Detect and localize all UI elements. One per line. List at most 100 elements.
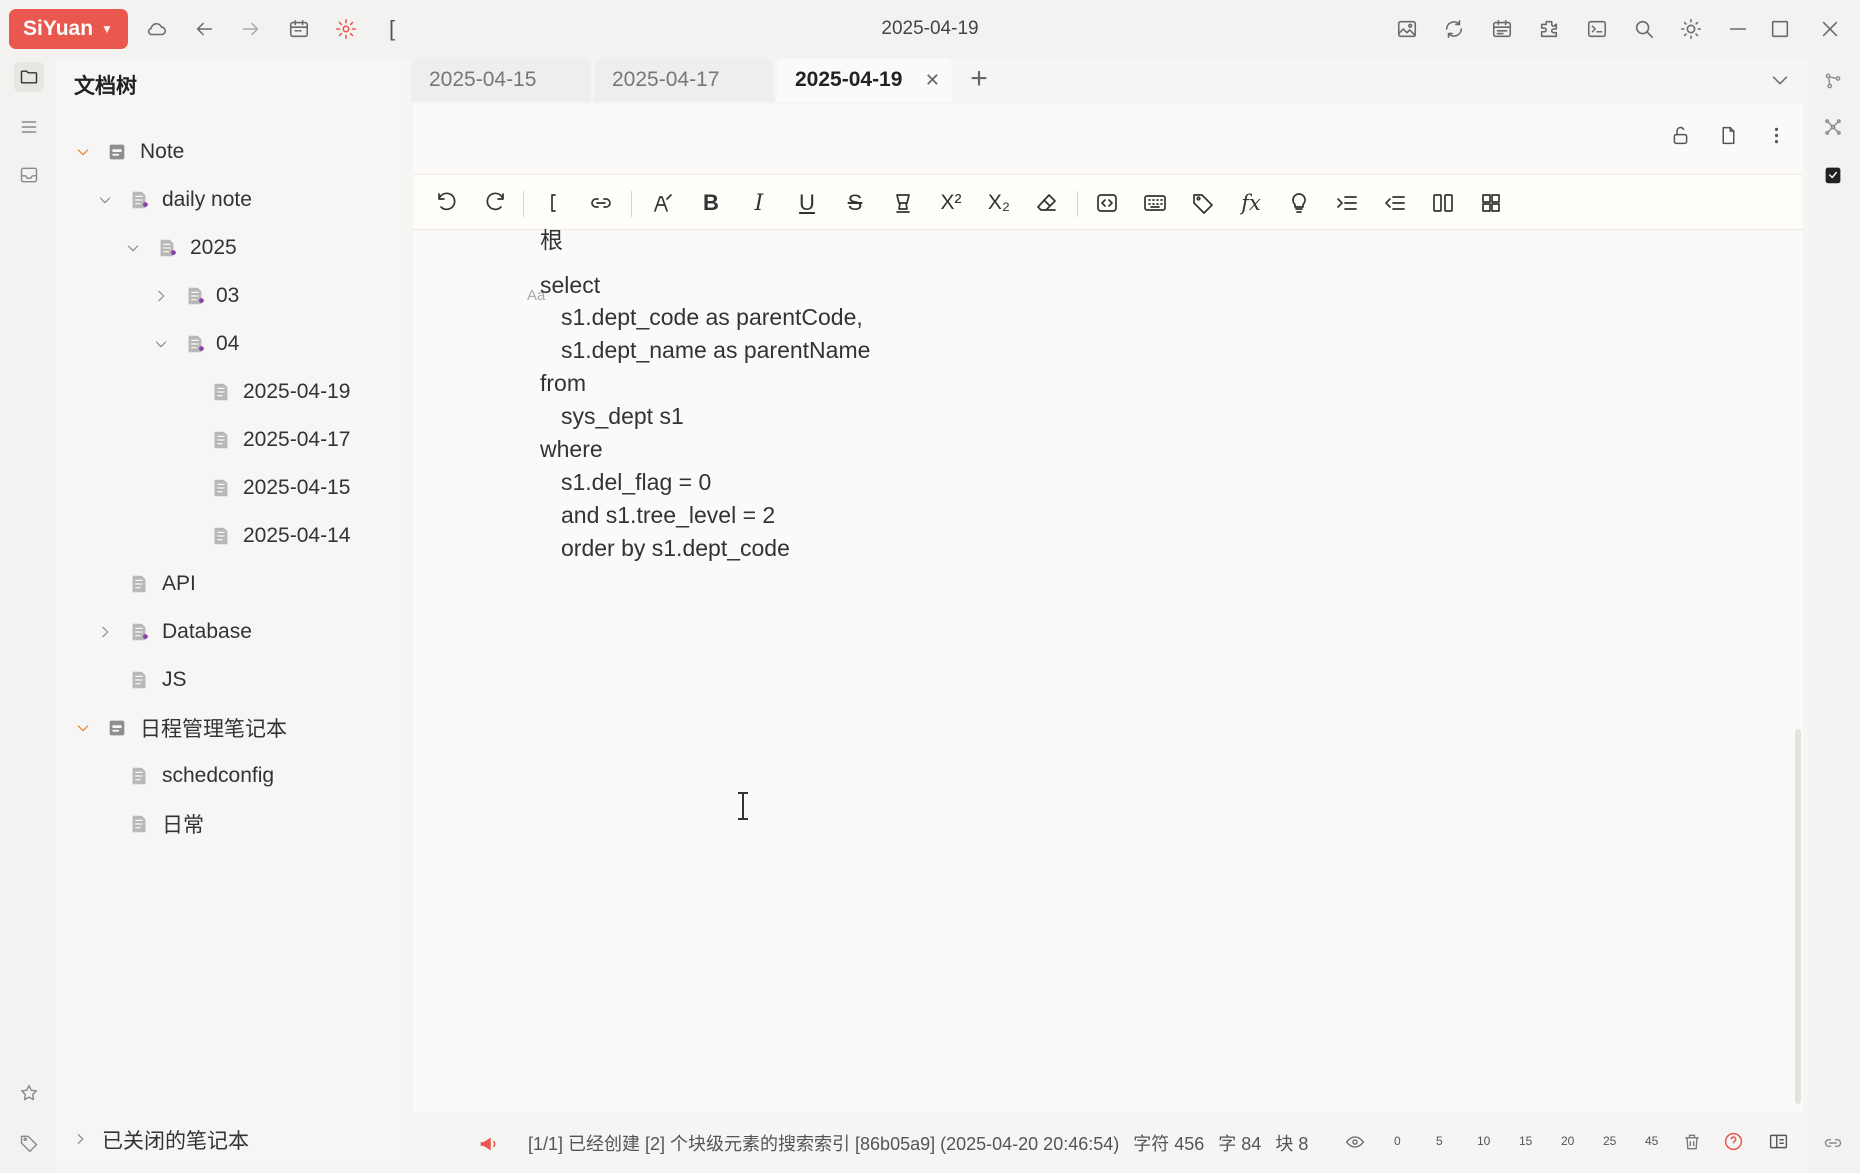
calendar-icon[interactable] — [284, 14, 314, 44]
search-icon[interactable] — [1629, 14, 1659, 44]
undo-icon[interactable] — [431, 187, 463, 219]
chevron-down-icon[interactable] — [150, 333, 172, 355]
tree-item-03[interactable]: 03 — [56, 274, 405, 318]
code-line[interactable]: where — [540, 436, 603, 463]
chevron-right-icon[interactable] — [94, 621, 116, 643]
tag-format-icon[interactable] — [1187, 187, 1219, 219]
bold-icon[interactable]: B — [695, 187, 727, 219]
cloud-icon[interactable] — [142, 14, 172, 44]
tree-item-2025-04-14[interactable]: 2025-04-14 — [56, 514, 405, 558]
code-line[interactable]: s1.dept_code as parentCode, — [561, 304, 863, 331]
tree-item-2025[interactable]: 2025 — [56, 226, 405, 270]
ref-bracket-icon[interactable] — [537, 187, 569, 219]
bracket-icon[interactable]: [ — [377, 14, 407, 44]
maximize-icon[interactable] — [1765, 14, 1795, 44]
bookmark-star-icon[interactable] — [14, 1078, 44, 1108]
zoom-mark[interactable]: 15 — [1519, 1134, 1532, 1148]
tree-item-api[interactable]: API — [56, 562, 405, 606]
zoom-mark[interactable]: 0 — [1394, 1134, 1401, 1148]
sync-icon[interactable] — [1439, 14, 1469, 44]
back-icon[interactable] — [189, 14, 219, 44]
italic-icon[interactable]: I — [743, 187, 775, 219]
tree-item-daily-note[interactable]: daily note — [56, 178, 405, 222]
tab-2025-04-19[interactable]: 2025-04-19 ✕ — [777, 58, 952, 102]
eraser-icon[interactable] — [1031, 187, 1063, 219]
inbox-icon[interactable] — [14, 160, 44, 190]
forward-icon[interactable] — [236, 14, 266, 44]
backlink-icon[interactable] — [1818, 160, 1848, 190]
code-line[interactable]: 根 — [540, 221, 563, 255]
chevron-right-icon[interactable] — [72, 1129, 94, 1151]
tree-item-database[interactable]: Database — [56, 610, 405, 654]
code-line[interactable]: s1.dept_name as parentName — [561, 337, 870, 364]
zoom-mark[interactable]: 20 — [1561, 1134, 1574, 1148]
new-tab-button[interactable]: + — [961, 62, 997, 98]
memo-icon[interactable] — [1283, 187, 1315, 219]
tree-item-2025-04-15[interactable]: 2025-04-15 — [56, 466, 405, 510]
editor-scrollbar[interactable] — [1795, 729, 1801, 1104]
highlight-icon[interactable] — [887, 187, 919, 219]
outline-icon[interactable] — [14, 112, 44, 142]
settings-icon[interactable] — [331, 14, 361, 44]
chevron-down-icon[interactable] — [122, 237, 144, 259]
zoom-mark[interactable]: 5 — [1436, 1134, 1443, 1148]
minimize-icon[interactable] — [1723, 14, 1753, 44]
theme-icon[interactable] — [1676, 14, 1706, 44]
zoom-mark[interactable]: 25 — [1603, 1134, 1616, 1148]
tree-item-2025-04-19[interactable]: 2025-04-19 — [56, 370, 405, 414]
trash-icon[interactable] — [1682, 1132, 1704, 1154]
text-color-icon[interactable] — [647, 187, 679, 219]
split-view-icon[interactable] — [1427, 187, 1459, 219]
tab-close-icon[interactable]: ✕ — [925, 70, 940, 91]
tree-item-schedconfig[interactable]: schedconfig — [56, 754, 405, 798]
code-line[interactable]: from — [540, 370, 586, 397]
tree-item-日程管理笔记本[interactable]: 日程管理笔记本 — [56, 706, 405, 750]
global-graph-icon[interactable] — [1818, 112, 1848, 142]
keyboard-icon[interactable] — [1139, 187, 1171, 219]
tab-2025-04-15[interactable]: 2025-04-15 — [411, 58, 591, 102]
tree-item-04[interactable]: 04 — [56, 322, 405, 366]
file-tree-icon[interactable] — [14, 62, 44, 92]
chevron-down-icon[interactable] — [72, 141, 94, 163]
announcement-icon[interactable] — [477, 1133, 499, 1155]
graph-branch-icon[interactable] — [1818, 66, 1848, 96]
tab-2025-04-17[interactable]: 2025-04-17 — [594, 58, 774, 102]
tag-icon[interactable] — [14, 1128, 44, 1158]
lock-icon[interactable] — [1665, 120, 1695, 150]
redo-icon[interactable] — [479, 187, 511, 219]
zoom-mark[interactable]: 45 — [1645, 1134, 1658, 1148]
help-icon[interactable] — [1723, 1131, 1745, 1153]
tree-item-js[interactable]: JS — [56, 658, 405, 702]
superscript-icon[interactable]: X² — [935, 187, 967, 219]
tree-item-note[interactable]: Note — [56, 130, 405, 174]
close-icon[interactable] — [1815, 14, 1845, 44]
eye-icon[interactable] — [1345, 1132, 1367, 1154]
plugin-icon[interactable] — [1534, 14, 1564, 44]
tree-item-日常[interactable]: 日常 — [56, 802, 405, 846]
outdent-icon[interactable] — [1379, 187, 1411, 219]
code-line[interactable]: and s1.tree_level = 2 — [561, 502, 775, 529]
calendar-grid-icon[interactable] — [1487, 14, 1517, 44]
tab-list-chevron-icon[interactable] — [1765, 65, 1795, 95]
closed-notebooks-row[interactable]: 已关闭的笔记本 — [56, 1118, 405, 1162]
strikethrough-icon[interactable]: S — [839, 187, 871, 219]
chevron-right-icon[interactable] — [150, 285, 172, 307]
code-line[interactable]: order by s1.dept_code — [561, 535, 790, 562]
more-icon[interactable] — [1761, 120, 1791, 150]
image-icon[interactable] — [1392, 14, 1422, 44]
document-icon[interactable] — [1713, 120, 1743, 150]
code-line[interactable]: s1.del_flag = 0 — [561, 469, 711, 496]
link-dock-icon[interactable] — [1818, 1128, 1848, 1158]
chevron-down-icon[interactable] — [72, 717, 94, 739]
layout-grid-icon[interactable] — [1475, 187, 1507, 219]
terminal-icon[interactable] — [1582, 14, 1612, 44]
chevron-down-icon[interactable] — [94, 189, 116, 211]
brand-menu-button[interactable]: SiYuan ▼ — [9, 9, 128, 49]
dock-toggle-icon[interactable] — [1768, 1131, 1790, 1153]
code-line[interactable]: sys_dept s1 — [561, 403, 684, 430]
code-line[interactable]: select — [540, 272, 600, 299]
subscript-icon[interactable]: X₂ — [983, 187, 1015, 219]
link-icon[interactable] — [585, 187, 617, 219]
zoom-mark[interactable]: 10 — [1477, 1134, 1490, 1148]
underline-icon[interactable]: U — [791, 187, 823, 219]
